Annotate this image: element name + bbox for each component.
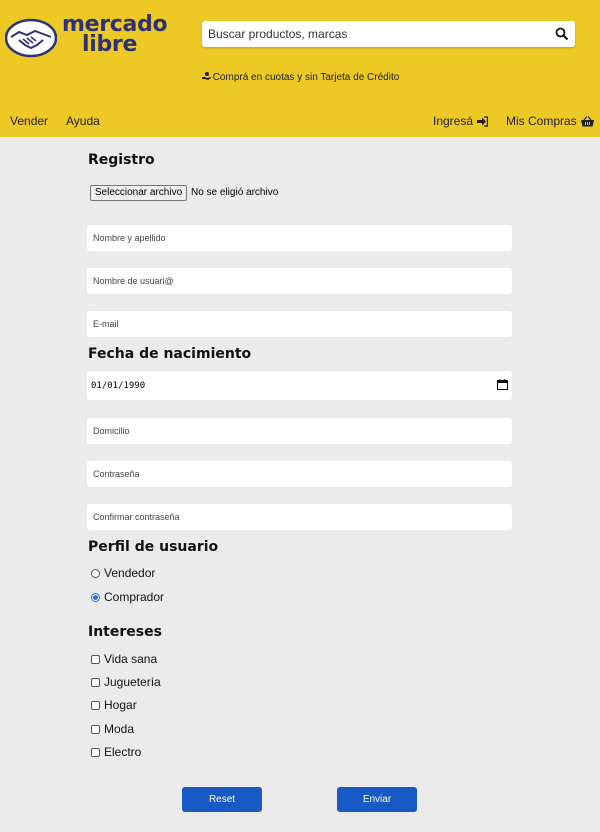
radio-button-selected[interactable] [91, 593, 100, 602]
radio-label: Comprador [104, 590, 165, 604]
address-input[interactable] [87, 418, 512, 444]
interests-label: Intereses [88, 624, 162, 640]
checkbox[interactable] [91, 725, 100, 734]
checkbox[interactable] [91, 678, 100, 687]
password-confirm-input[interactable] [87, 504, 512, 530]
checkbox-label: Vida sana [104, 652, 158, 666]
search-input[interactable] [202, 21, 532, 47]
checkbox-label: Juguetería [104, 675, 161, 689]
birth-date-label: Fecha de nacimiento [88, 346, 252, 362]
email-field [87, 311, 512, 337]
calendar-icon[interactable] [497, 379, 508, 390]
nav-ingresa-label: Ingresá [433, 114, 474, 128]
basket-icon [580, 116, 594, 127]
promo-text: Comprá en cuotas y sin Tarjeta de Crédit… [212, 72, 400, 83]
mercadolibre-logo[interactable]: mercado libre [5, 14, 168, 62]
nav-mis-compras-label: Mis Compras [506, 114, 577, 128]
checkbox-label: Moda [104, 722, 135, 736]
logo-line-2: libre [82, 32, 138, 57]
nav-ayuda-link[interactable]: Ayuda [66, 114, 100, 128]
username-input[interactable] [87, 268, 512, 294]
nav-vender-link[interactable]: Vender [10, 114, 48, 128]
search-bar [202, 21, 575, 47]
handshake-logo-icon [5, 18, 57, 58]
checkbox-hogar[interactable]: Hogar [91, 698, 137, 712]
form-title: Registro [88, 152, 155, 168]
nav-ingresa-link[interactable]: Ingresá [433, 114, 489, 128]
reset-button[interactable]: Reset [182, 787, 262, 812]
hand-money-icon [201, 72, 211, 80]
header: mercado libre Comprá en cuotas y sin Tar… [0, 0, 600, 137]
radio-comprador[interactable]: Comprador [91, 590, 164, 604]
checkbox[interactable] [91, 655, 100, 664]
checkbox[interactable] [91, 748, 100, 757]
search-icon[interactable] [555, 27, 569, 41]
name-input[interactable] [87, 225, 512, 251]
birth-date-value: 01/01/1990 [91, 381, 146, 391]
radio-label: Vendedor [104, 566, 156, 580]
profile-label: Perfil de usuario [88, 539, 219, 555]
checkbox-vida-sana[interactable]: Vida sana [91, 652, 157, 666]
logo-text: mercado libre [62, 14, 168, 57]
checkbox-electro[interactable]: Electro [91, 745, 141, 759]
promo-banner[interactable]: Comprá en cuotas y sin Tarjeta de Crédit… [0, 71, 600, 83]
sign-in-icon [477, 116, 489, 127]
radio-button[interactable] [91, 569, 100, 578]
password-confirm-field [87, 504, 512, 530]
email-input[interactable] [87, 311, 512, 337]
username-field [87, 268, 512, 294]
password-field [87, 461, 512, 487]
checkbox-label: Electro [104, 745, 142, 759]
file-select-button[interactable]: Seleccionar archivo [90, 185, 187, 201]
checkbox-label: Hogar [104, 698, 137, 712]
password-input[interactable] [87, 461, 512, 487]
nav-mis-compras-link[interactable]: Mis Compras [506, 114, 594, 128]
birth-date-input[interactable]: 01/01/1990 [87, 371, 512, 400]
radio-vendedor[interactable]: Vendedor [91, 566, 155, 580]
checkbox-moda[interactable]: Moda [91, 722, 134, 736]
checkbox-jugueteria[interactable]: Juguetería [91, 675, 161, 689]
submit-button[interactable]: Enviar [337, 787, 417, 812]
checkbox[interactable] [91, 701, 100, 710]
name-field [87, 225, 512, 251]
file-status-text: No se eligió archivo [191, 187, 279, 198]
address-field [87, 418, 512, 444]
